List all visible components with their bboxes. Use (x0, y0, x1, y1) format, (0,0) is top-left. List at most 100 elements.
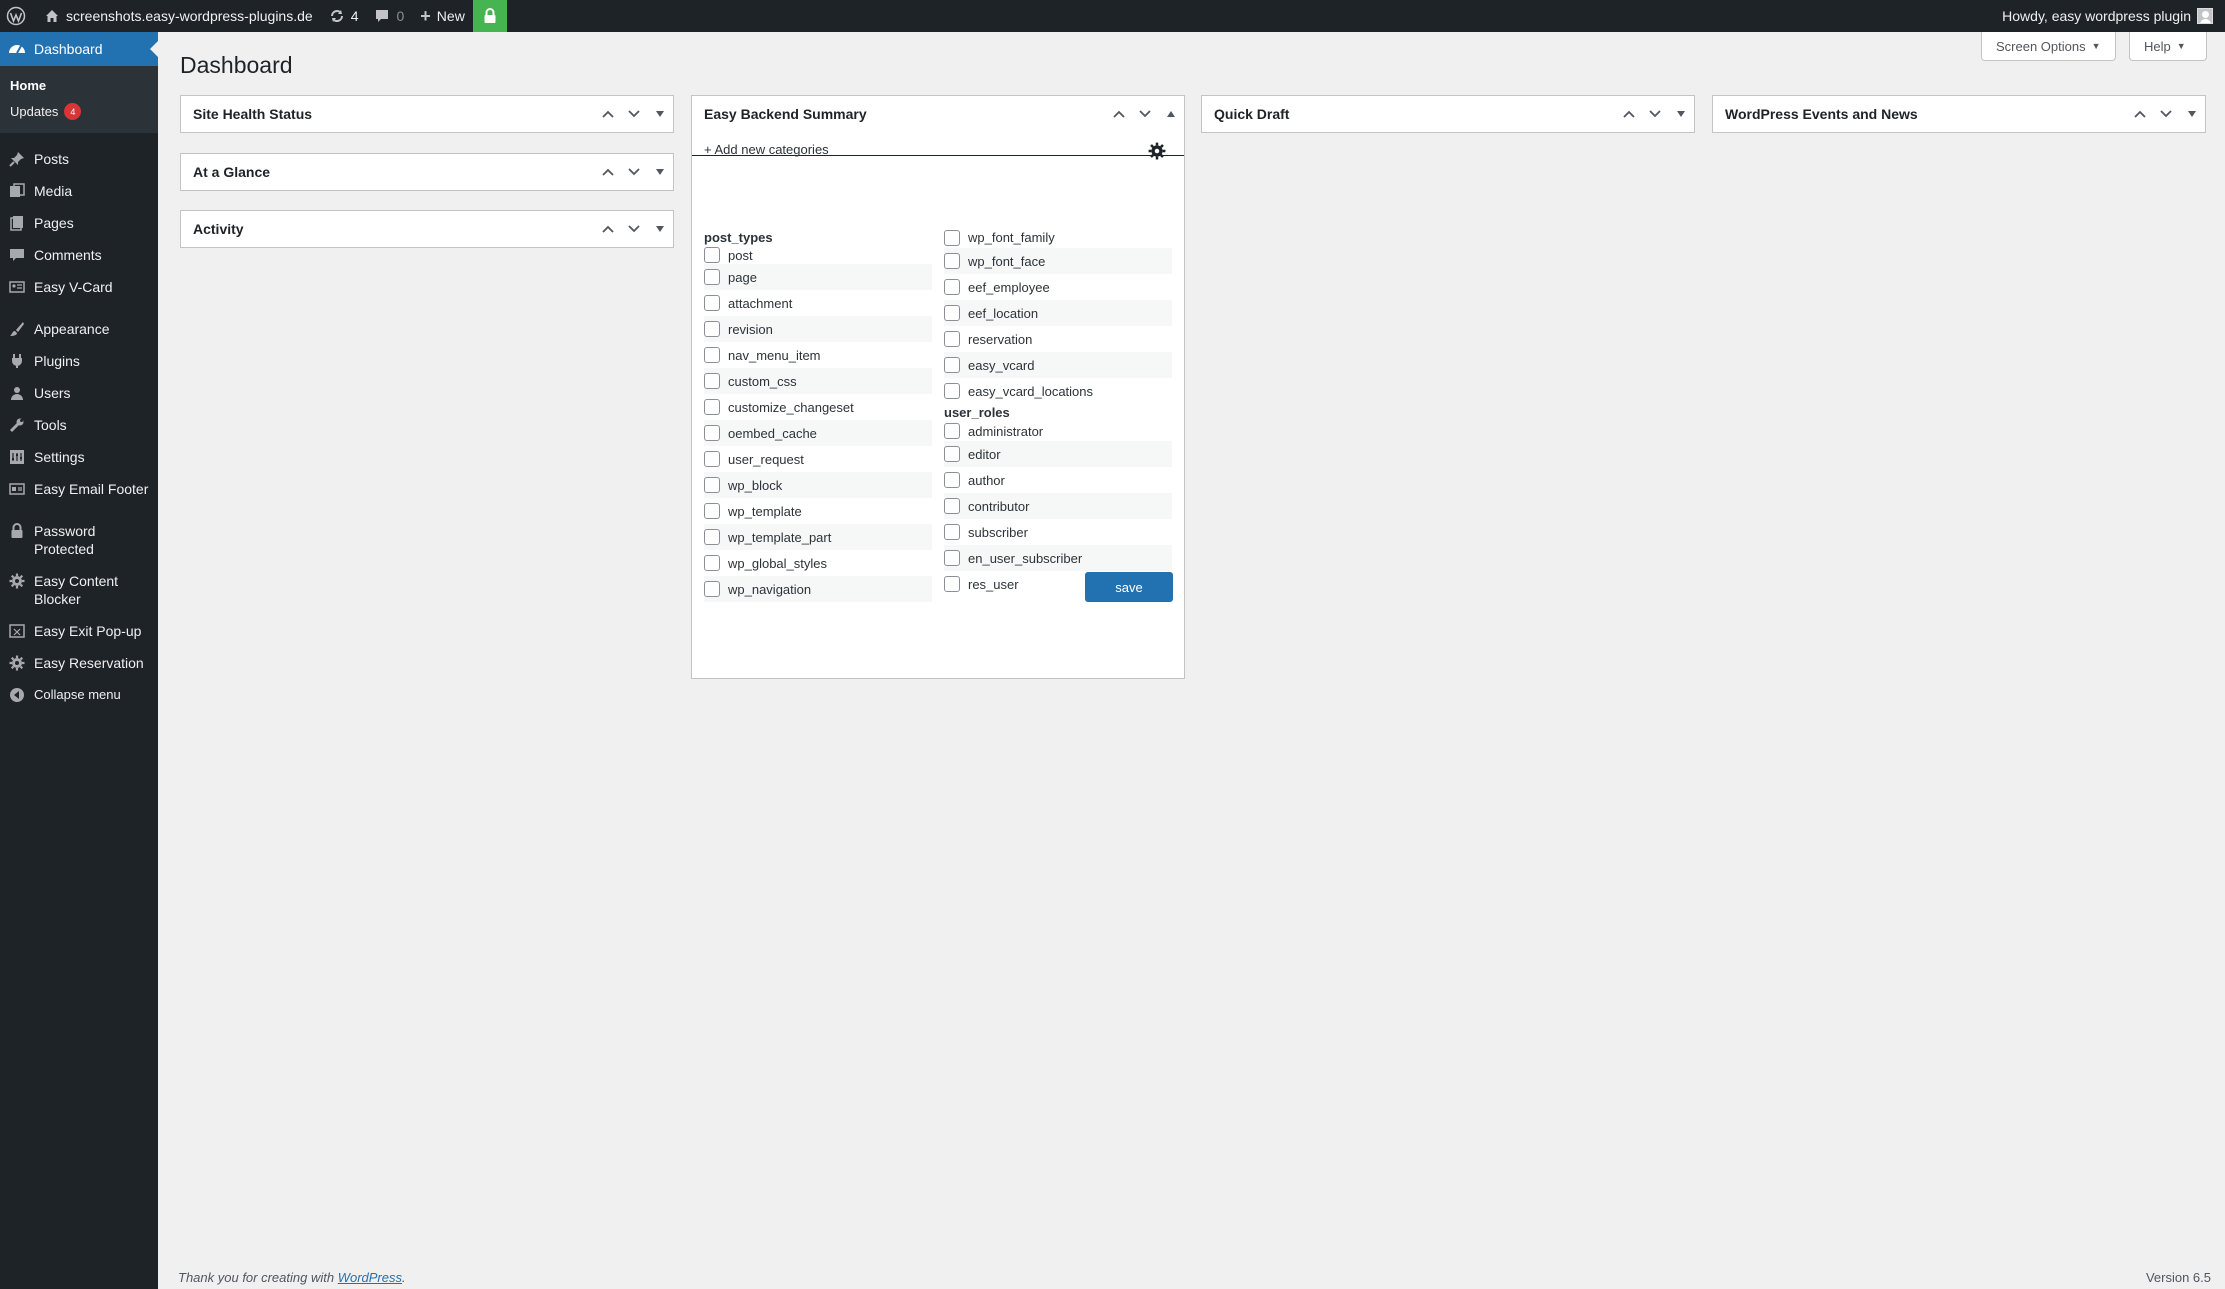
updates-link[interactable]: 4 (321, 0, 367, 32)
toggle-panel-icon[interactable] (647, 96, 673, 132)
help-button[interactable]: Help ▼ (2129, 32, 2207, 61)
add-new-categories-link[interactable]: + Add new categories (704, 142, 829, 157)
sidebar-item-users[interactable]: Users (0, 377, 158, 409)
checkbox-row[interactable]: attachment (704, 290, 932, 316)
checkbox-row[interactable]: revision (704, 316, 932, 342)
checkbox-row[interactable]: nav_menu_item (704, 342, 932, 368)
checkbox[interactable] (704, 247, 720, 263)
new-content-link[interactable]: + New (412, 0, 473, 32)
save-button[interactable]: save (1085, 572, 1173, 602)
checkbox[interactable] (704, 321, 720, 337)
widget-header[interactable]: Easy Backend Summary (692, 96, 1184, 132)
checkbox[interactable] (944, 472, 960, 488)
checkbox-row[interactable]: en_user_subscriber (944, 545, 1172, 571)
checkbox[interactable] (944, 253, 960, 269)
sidebar-item-easy-exit-pop-up[interactable]: Easy Exit Pop-up (0, 615, 158, 647)
collapse-menu-button[interactable]: Collapse menu (0, 679, 158, 711)
checkbox[interactable] (704, 399, 720, 415)
screen-options-button[interactable]: Screen Options ▼ (1981, 32, 2116, 61)
checkbox-row[interactable]: wp_font_face (944, 248, 1172, 274)
sidebar-item-dashboard[interactable]: Dashboard (0, 32, 158, 66)
move-up-icon[interactable] (595, 154, 621, 190)
checkbox-row[interactable]: wp_template (704, 498, 932, 524)
sidebar-item-easy-reservation[interactable]: Easy Reservation (0, 647, 158, 679)
checkbox-row[interactable]: eef_employee (944, 274, 1172, 300)
sidebar-item-comments[interactable]: Comments (0, 239, 158, 271)
checkbox-row[interactable]: page (704, 264, 932, 290)
sidebar-item-easy-v-card[interactable]: Easy V-Card (0, 271, 158, 303)
checkbox[interactable] (704, 529, 720, 545)
move-up-icon[interactable] (595, 211, 621, 247)
checkbox-row[interactable]: eef_location (944, 300, 1172, 326)
submenu-home[interactable]: Home (0, 73, 158, 98)
toggle-panel-icon[interactable] (1668, 96, 1694, 132)
my-account-menu[interactable]: Howdy, easy wordpress plugin (1994, 0, 2225, 32)
checkbox-row[interactable]: editor (944, 441, 1172, 467)
move-down-icon[interactable] (621, 211, 647, 247)
checkbox-row[interactable]: author (944, 467, 1172, 493)
move-down-icon[interactable] (621, 154, 647, 190)
checkbox-row[interactable]: wp_navigation (704, 576, 932, 602)
sidebar-item-tools[interactable]: Tools (0, 409, 158, 441)
checkbox[interactable] (704, 347, 720, 363)
move-up-icon[interactable] (1616, 96, 1642, 132)
checkbox-row[interactable]: reservation (944, 326, 1172, 352)
move-up-icon[interactable] (2127, 96, 2153, 132)
checkbox[interactable] (704, 451, 720, 467)
checkbox-row[interactable]: easy_vcard (944, 352, 1172, 378)
widget-header[interactable]: Quick Draft (1202, 96, 1694, 132)
password-protected-status[interactable] (472, 0, 507, 32)
checkbox-row[interactable]: customize_changeset (704, 394, 932, 420)
checkbox[interactable] (704, 503, 720, 519)
widget-header[interactable]: WordPress Events and News (1713, 96, 2205, 132)
checkbox-row[interactable]: wp_block (704, 472, 932, 498)
move-down-icon[interactable] (1642, 96, 1668, 132)
toggle-panel-icon[interactable] (2179, 96, 2205, 132)
move-down-icon[interactable] (621, 96, 647, 132)
site-name-link[interactable]: screenshots.easy-wordpress-plugins.de (36, 0, 321, 32)
comments-link[interactable]: 0 (366, 0, 412, 32)
sidebar-item-pages[interactable]: Pages (0, 207, 158, 239)
checkbox[interactable] (704, 555, 720, 571)
checkbox[interactable] (944, 357, 960, 373)
sidebar-item-settings[interactable]: Settings (0, 441, 158, 473)
checkbox[interactable] (704, 425, 720, 441)
checkbox[interactable] (704, 295, 720, 311)
sidebar-item-plugins[interactable]: Plugins (0, 345, 158, 377)
submenu-updates[interactable]: Updates 4 (0, 98, 158, 125)
checkbox[interactable] (944, 498, 960, 514)
sidebar-item-password-protected[interactable]: Password Protected (0, 515, 140, 565)
sidebar-item-appearance[interactable]: Appearance (0, 313, 158, 345)
checkbox[interactable] (944, 423, 960, 439)
sidebar-item-easy-content-blocker[interactable]: Easy Content Blocker (0, 565, 140, 615)
checkbox[interactable] (944, 550, 960, 566)
checkbox[interactable] (944, 305, 960, 321)
checkbox-row[interactable]: wp_global_styles (704, 550, 932, 576)
checkbox[interactable] (704, 581, 720, 597)
checkbox[interactable] (944, 576, 960, 592)
wordpress-logo-menu[interactable] (0, 0, 36, 32)
sidebar-item-easy-email-footer[interactable]: Easy Email Footer (0, 473, 158, 505)
checkbox-row[interactable]: administrator (944, 421, 1172, 441)
checkbox[interactable] (944, 331, 960, 347)
toggle-panel-icon[interactable] (647, 211, 673, 247)
checkbox-row[interactable]: wp_template_part (704, 524, 932, 550)
checkbox[interactable] (944, 229, 960, 246)
sidebar-item-media[interactable]: Media (0, 175, 158, 207)
checkbox[interactable] (704, 269, 720, 285)
checkbox[interactable] (944, 446, 960, 462)
checkbox[interactable] (704, 477, 720, 493)
checkbox-row[interactable]: contributor (944, 493, 1172, 519)
move-up-icon[interactable] (1106, 96, 1132, 132)
checkbox-row[interactable]: wp_font_family (944, 227, 1172, 248)
checkbox-row[interactable]: subscriber (944, 519, 1172, 545)
widget-header[interactable]: Activity (181, 211, 673, 247)
wordpress-link[interactable]: WordPress (338, 1270, 402, 1285)
sidebar-item-posts[interactable]: Posts (0, 143, 158, 175)
checkbox-row[interactable]: user_request (704, 446, 932, 472)
move-down-icon[interactable] (2153, 96, 2179, 132)
checkbox[interactable] (704, 373, 720, 389)
checkbox-row[interactable]: oembed_cache (704, 420, 932, 446)
widget-header[interactable]: Site Health Status (181, 96, 673, 132)
checkbox-row[interactable]: post (704, 246, 932, 264)
